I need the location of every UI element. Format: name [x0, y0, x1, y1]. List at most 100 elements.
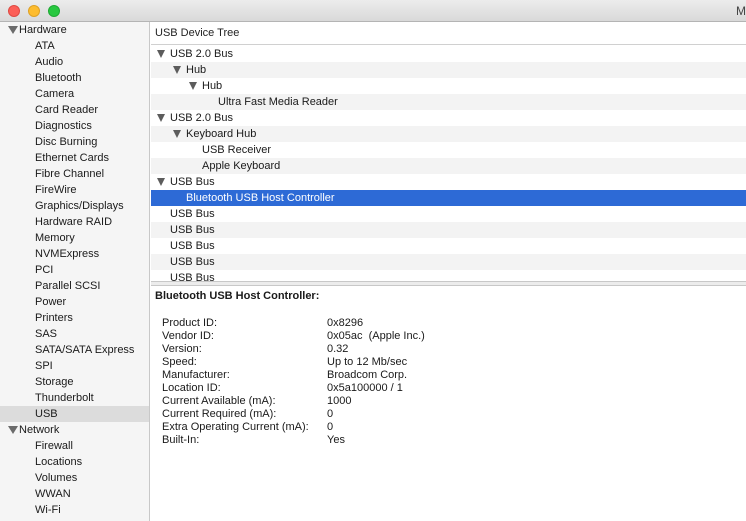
disclosure-triangle-icon[interactable] [173, 66, 181, 74]
sidebar-item-wwan[interactable]: WWAN [0, 486, 149, 502]
sidebar-item-nvmexpress[interactable]: NVMExpress [0, 246, 149, 262]
tree-row-label: USB Bus [170, 256, 215, 268]
tree-row-label: USB 2.0 Bus [170, 48, 233, 60]
detail-field-key: Location ID: [162, 382, 221, 394]
sidebar-item-camera[interactable]: Camera [0, 86, 149, 102]
detail-field-key: Current Required (mA): [162, 408, 277, 420]
sidebar-item-volumes[interactable]: Volumes [0, 470, 149, 486]
tree-row[interactable]: USB 2.0 Bus [151, 110, 746, 126]
tree-row[interactable]: USB 2.0 Bus [151, 46, 746, 62]
tree-row-label: Bluetooth USB Host Controller [186, 192, 335, 204]
detail-field-key: Vendor ID: [162, 330, 214, 342]
detail-field-key: Speed: [162, 356, 197, 368]
close-window-button[interactable] [8, 5, 20, 17]
disclosure-triangle-icon[interactable] [157, 178, 165, 186]
sidebar-item-bluetooth[interactable]: Bluetooth [0, 70, 149, 86]
split-divider[interactable] [151, 281, 746, 286]
device-detail-title: Bluetooth USB Host Controller: [155, 290, 320, 302]
tree-row[interactable]: USB Bus [151, 222, 746, 238]
sidebar-item-memory[interactable]: Memory [0, 230, 149, 246]
sidebar-item-ethernet-cards[interactable]: Ethernet Cards [0, 150, 149, 166]
detail-field-value: Broadcom Corp. [327, 369, 408, 381]
sidebar-item-hardware-raid[interactable]: Hardware RAID [0, 214, 149, 230]
sidebar-group-label: Network [19, 424, 60, 436]
tree-row[interactable]: Bluetooth USB Host Controller [151, 190, 746, 206]
usb-device-tree: USB 2.0 Bus Hub Hub Ultra Fast Media Reader… [151, 46, 746, 300]
main-panel: USB Device Tree USB 2.0 Bus Hub Hub Ultra F… [151, 22, 746, 521]
disclosure-triangle-icon[interactable] [157, 50, 165, 58]
device-detail-panel: Bluetooth USB Host Controller: Product I… [151, 288, 746, 521]
sidebar-item-graphics-displays[interactable]: Graphics/Displays [0, 198, 149, 214]
tree-row-label: Hub [186, 64, 207, 76]
tree-row[interactable]: Hub [151, 62, 746, 78]
sidebar-group-hardware[interactable]: Hardware [0, 22, 149, 38]
sidebar-item-sata-sata-express[interactable]: SATA/SATA Express [0, 342, 149, 358]
detail-field-value: 0.32 [327, 343, 349, 355]
sidebar-item-parallel-scsi[interactable]: Parallel SCSI [0, 278, 149, 294]
tree-row-label: USB Receiver [202, 144, 272, 156]
detail-field-key: Version: [162, 343, 202, 355]
detail-field-value: Yes [327, 434, 345, 446]
sidebar-item-diagnostics[interactable]: Diagnostics [0, 118, 149, 134]
tree-row[interactable]: USB Receiver [151, 142, 746, 158]
tree-row-label: USB Bus [170, 224, 215, 236]
sidebar-item-audio[interactable]: Audio [0, 54, 149, 70]
tree-row-label: Hub [202, 80, 223, 92]
tree-row[interactable]: USB Bus [151, 174, 746, 190]
tree-row[interactable]: USB Bus [151, 206, 746, 222]
detail-field-value: 0 [327, 421, 334, 433]
sidebar-item-fibre-channel[interactable]: Fibre Channel [0, 166, 149, 182]
sidebar-group-network[interactable]: Network [0, 422, 149, 438]
detail-field-key: Product ID: [162, 317, 218, 329]
tree-row-label: USB Bus [170, 208, 215, 220]
sidebar-item-thunderbolt[interactable]: Thunderbolt [0, 390, 149, 406]
sidebar-item-pci[interactable]: PCI [0, 262, 149, 278]
sidebar-item-locations[interactable]: Locations [0, 454, 149, 470]
detail-field-value: Up to 12 Mb/sec [327, 356, 408, 368]
sidebar-item-power[interactable]: Power [0, 294, 149, 310]
tree-row[interactable]: Hub [151, 78, 746, 94]
tree-row[interactable]: USB Bus [151, 238, 746, 254]
sidebar-item-spi[interactable]: SPI [0, 358, 149, 374]
sidebar-item-card-reader[interactable]: Card Reader [0, 102, 149, 118]
sidebar-item-wi-fi[interactable]: Wi-Fi [0, 502, 149, 518]
detail-field-key: Current Available (mA): [162, 395, 276, 407]
detail-field-key: Manufacturer: [162, 369, 230, 381]
tree-row-label: USB Bus [170, 240, 215, 252]
sidebar-item-usb[interactable]: USB [0, 406, 149, 422]
tree-row[interactable]: USB Bus [151, 254, 746, 270]
tree-row[interactable]: Ultra Fast Media Reader [151, 94, 746, 110]
window-title: M [736, 4, 746, 18]
sidebar-item-storage[interactable]: Storage [0, 374, 149, 390]
detail-field-key: Extra Operating Current (mA): [162, 421, 309, 433]
tree-row[interactable]: Apple Keyboard [151, 158, 746, 174]
sidebar-group-label: Hardware [19, 24, 67, 36]
tree-row[interactable]: Keyboard Hub [151, 126, 746, 142]
tree-row-label: USB 2.0 Bus [170, 112, 233, 124]
sidebar: Hardware ATA Audio Bluetooth Camera Card Read… [0, 22, 150, 521]
disclosure-triangle-icon[interactable] [8, 426, 18, 434]
detail-field-value: 0x5a100000 / 1 [327, 382, 403, 394]
disclosure-triangle-icon[interactable] [173, 130, 181, 138]
detail-field-value: 0x8296 [327, 317, 364, 329]
sidebar-item-ata[interactable]: ATA [0, 38, 149, 54]
detail-field-key: Built-In: [162, 434, 200, 446]
tree-row-label: Apple Keyboard [202, 160, 281, 172]
window-titlebar: M [0, 0, 746, 22]
disclosure-triangle-icon[interactable] [157, 114, 165, 122]
disclosure-triangle-icon[interactable] [8, 26, 18, 34]
tree-row-label: Keyboard Hub [186, 128, 257, 140]
sidebar-item-sas[interactable]: SAS [0, 326, 149, 342]
detail-field-value: 0x05ac (Apple Inc.) [327, 330, 425, 342]
zoom-window-button[interactable] [48, 5, 60, 17]
sidebar-item-firewall[interactable]: Firewall [0, 438, 149, 454]
minimize-window-button[interactable] [28, 5, 40, 17]
disclosure-triangle-icon[interactable] [189, 82, 197, 90]
detail-field-value: 1000 [327, 395, 352, 407]
sidebar-item-disc-burning[interactable]: Disc Burning [0, 134, 149, 150]
detail-field-value: 0 [327, 408, 334, 420]
sidebar-item-printers[interactable]: Printers [0, 310, 149, 326]
tree-row-label: Ultra Fast Media Reader [218, 96, 338, 108]
tree-row-label: USB Bus [170, 176, 215, 188]
sidebar-item-firewire[interactable]: FireWire [0, 182, 149, 198]
